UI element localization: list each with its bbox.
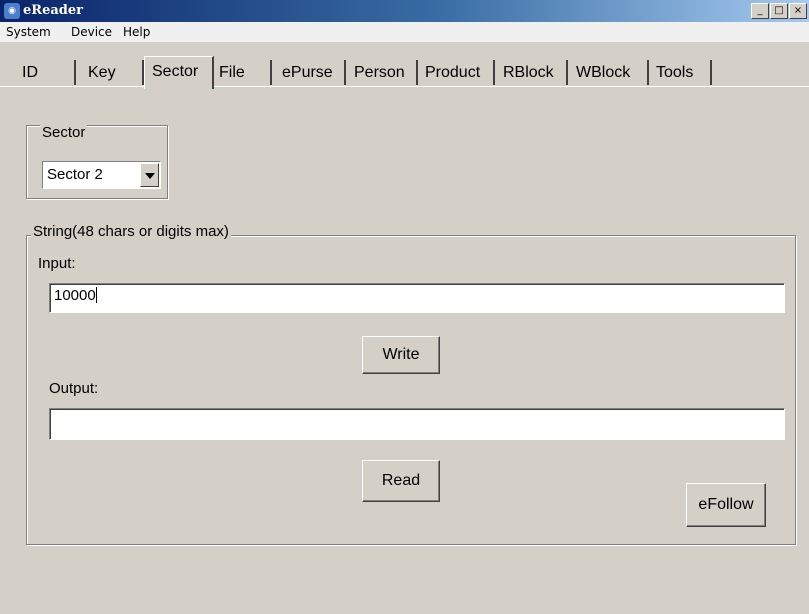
text-caret [95, 287, 97, 303]
input-field[interactable]: 10000 [49, 283, 785, 313]
tab-divider-right [214, 86, 809, 87]
string-group-legend: String(48 chars or digits max) [31, 223, 231, 240]
menu-bar: System Device Help [0, 22, 809, 42]
minimize-button[interactable]: _ [751, 3, 769, 19]
sector-group-legend: Sector [40, 124, 88, 141]
tab-rblock[interactable]: RBlock [503, 60, 568, 85]
tab-divider-left [0, 86, 144, 87]
output-label: Output: [49, 380, 99, 397]
tab-file[interactable]: File [219, 60, 272, 85]
read-button[interactable]: Read [362, 460, 440, 502]
write-button[interactable]: Write [362, 336, 440, 374]
tab-key[interactable]: Key [88, 60, 144, 85]
tab-person[interactable]: Person [354, 60, 418, 85]
menu-device[interactable]: Device [71, 25, 112, 39]
input-label: Input: [38, 255, 76, 272]
title-bar: ◉ eReader _ □ × [0, 0, 809, 22]
app-icon: ◉ [4, 3, 20, 19]
tab-wblock[interactable]: WBlock [576, 60, 649, 85]
sector-dropdown[interactable]: Sector 2 [42, 161, 161, 189]
menu-system[interactable]: System [6, 25, 51, 39]
tab-tools[interactable]: Tools [656, 60, 712, 85]
tab-epurse[interactable]: ePurse [282, 60, 346, 85]
menu-help[interactable]: Help [123, 25, 150, 39]
close-button[interactable]: × [789, 3, 807, 19]
output-field[interactable] [49, 408, 785, 440]
sector-dropdown-value: Sector 2 [47, 166, 103, 183]
dropdown-arrow-icon[interactable] [140, 163, 159, 187]
efollow-button[interactable]: eFollow [686, 483, 766, 527]
maximize-button[interactable]: □ [770, 3, 788, 19]
tab-id[interactable]: ID [22, 60, 76, 85]
tab-product[interactable]: Product [425, 60, 495, 85]
window-title: eReader [23, 3, 83, 18]
tab-sector[interactable]: Sector [144, 56, 214, 89]
